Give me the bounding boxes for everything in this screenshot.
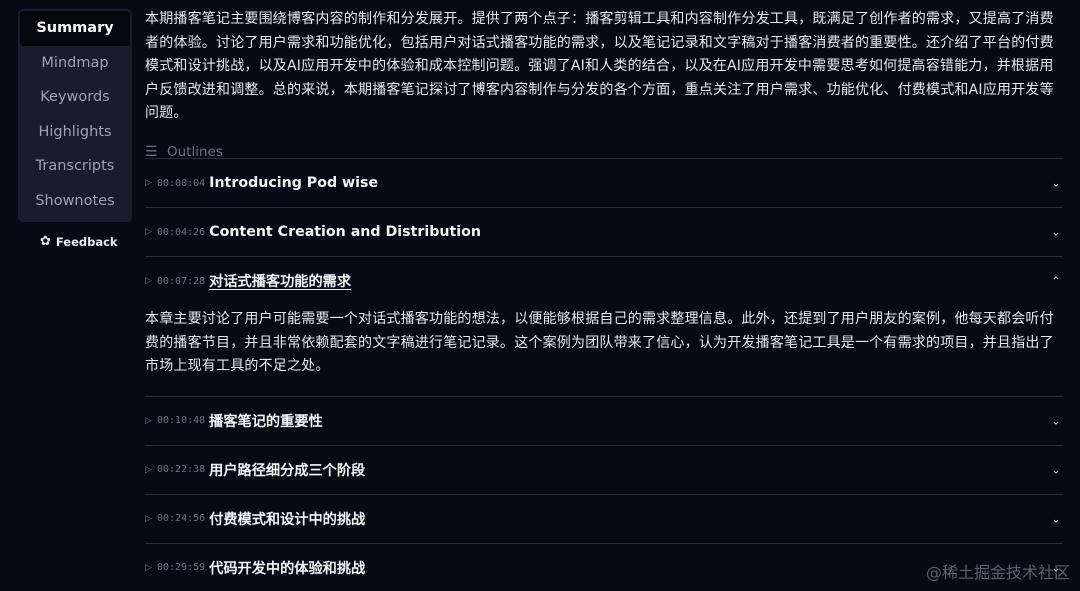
chevron-down-icon[interactable]: ⌄: [1049, 226, 1063, 239]
outline-title: Content Creation and Distribution: [209, 224, 481, 240]
chevron-down-icon[interactable]: ⌄: [1049, 177, 1063, 190]
outline-row: ▷ 00:00:04 Introducing Pod wise ⌄: [145, 158, 1063, 207]
outline-row: ▷ 00:04:26 Content Creation and Distribu…: [145, 207, 1063, 256]
play-icon[interactable]: ▷: [145, 227, 157, 237]
outline-title: 代码开发中的体验和挑战: [209, 560, 366, 577]
play-icon[interactable]: ▷: [145, 514, 157, 524]
sidebar-item-keywords[interactable]: Keywords: [20, 80, 130, 115]
outline-row-header[interactable]: ▷ 00:07:28 对话式播客功能的需求 ⌃: [145, 257, 1063, 305]
outline-body: 本章主要讨论了用户可能需要一个对话式播客功能的想法，以便能够根据自己的需求整理信…: [145, 311, 1054, 374]
chevron-down-icon[interactable]: ⌄: [1049, 512, 1063, 525]
play-icon[interactable]: ▷: [145, 416, 157, 426]
sidebar-nav: Summary Mindmap Keywords Highlights Tran…: [18, 9, 132, 222]
play-icon[interactable]: ▷: [145, 563, 157, 573]
outlines-header: ☰ Outlines: [145, 144, 1063, 160]
outline-row-header[interactable]: ▷ 00:00:04 Introducing Pod wise ⌄: [145, 159, 1063, 207]
outline-row-header[interactable]: ▷ 00:22:38 用户路径细分成三个阶段 ⌄: [145, 446, 1063, 494]
main-content: 本期播客笔记主要围绕博客内容的制作和分发展开。提供了两个点子：播客剪辑工具和内容…: [145, 0, 1063, 577]
timestamp-link[interactable]: 00:04:26: [157, 227, 205, 238]
sidebar-item-mindmap[interactable]: Mindmap: [20, 46, 130, 81]
chevron-up-icon[interactable]: ⌃: [1049, 275, 1063, 288]
timestamp-link[interactable]: 00:07:28: [157, 276, 205, 287]
timestamp-link[interactable]: 00:00:04: [157, 178, 205, 189]
timestamp-link[interactable]: 00:24:56: [157, 513, 205, 524]
watermark: @稀土掘金技术社区: [925, 563, 1070, 582]
summary-text: 本期播客笔记主要围绕博客内容的制作和分发展开。提供了两个点子：播客剪辑工具和内容…: [145, 11, 1054, 121]
outline-row: ▷ 00:24:56 付费模式和设计中的挑战 ⌄: [145, 493, 1063, 543]
outline-title: 用户路径细分成三个阶段: [209, 462, 366, 479]
outline-list: ▷ 00:00:04 Introducing Pod wise ⌄ ▷ 00:0…: [145, 158, 1063, 591]
outline-title: 播客笔记的重要性: [209, 413, 323, 430]
outline-row: ▷ 00:10:48 播客笔记的重要性 ⌄: [145, 395, 1063, 445]
app-root: Summary Mindmap Keywords Highlights Tran…: [0, 0, 1080, 591]
chevron-down-icon[interactable]: ⌄: [1049, 463, 1063, 476]
outline-row: ▷ 00:22:38 用户路径细分成三个阶段 ⌄: [145, 444, 1063, 494]
play-icon[interactable]: ▷: [145, 276, 157, 286]
chevron-down-icon[interactable]: ⌄: [1049, 414, 1063, 427]
sidebar-item-shownotes[interactable]: Shownotes: [20, 184, 130, 219]
outline-title[interactable]: 对话式播客功能的需求: [209, 271, 351, 291]
outline-row-header[interactable]: ▷ 00:24:56 付费模式和设计中的挑战 ⌄: [145, 495, 1063, 543]
outline-row-expanded: ▷ 00:07:28 对话式播客功能的需求 ⌃ 本章主要讨论了用户可能需要一个对…: [145, 256, 1063, 396]
timestamp-link[interactable]: 00:29:59: [157, 562, 205, 573]
outline-row-header[interactable]: ▷ 00:04:26 Content Creation and Distribu…: [145, 208, 1063, 256]
sidebar-item-summary[interactable]: Summary: [20, 11, 130, 46]
play-icon[interactable]: ▷: [145, 178, 157, 188]
outline-title: 付费模式和设计中的挑战: [209, 511, 366, 528]
play-icon[interactable]: ▷: [145, 465, 157, 475]
sidebar-item-highlights[interactable]: Highlights: [20, 115, 130, 150]
timestamp-link[interactable]: 00:22:38: [157, 464, 205, 475]
feedback-label: Feedback: [55, 234, 118, 249]
outline-title: Introducing Pod wise: [209, 175, 379, 191]
timestamp-link[interactable]: 00:10:48: [157, 415, 205, 426]
feedback-icon: ✿: [40, 234, 51, 249]
feedback-button[interactable]: ✿ Feedback: [40, 234, 118, 249]
outline-row-header[interactable]: ▷ 00:10:48 播客笔记的重要性 ⌄: [145, 397, 1063, 445]
sidebar-item-transcripts[interactable]: Transcripts: [20, 149, 130, 184]
